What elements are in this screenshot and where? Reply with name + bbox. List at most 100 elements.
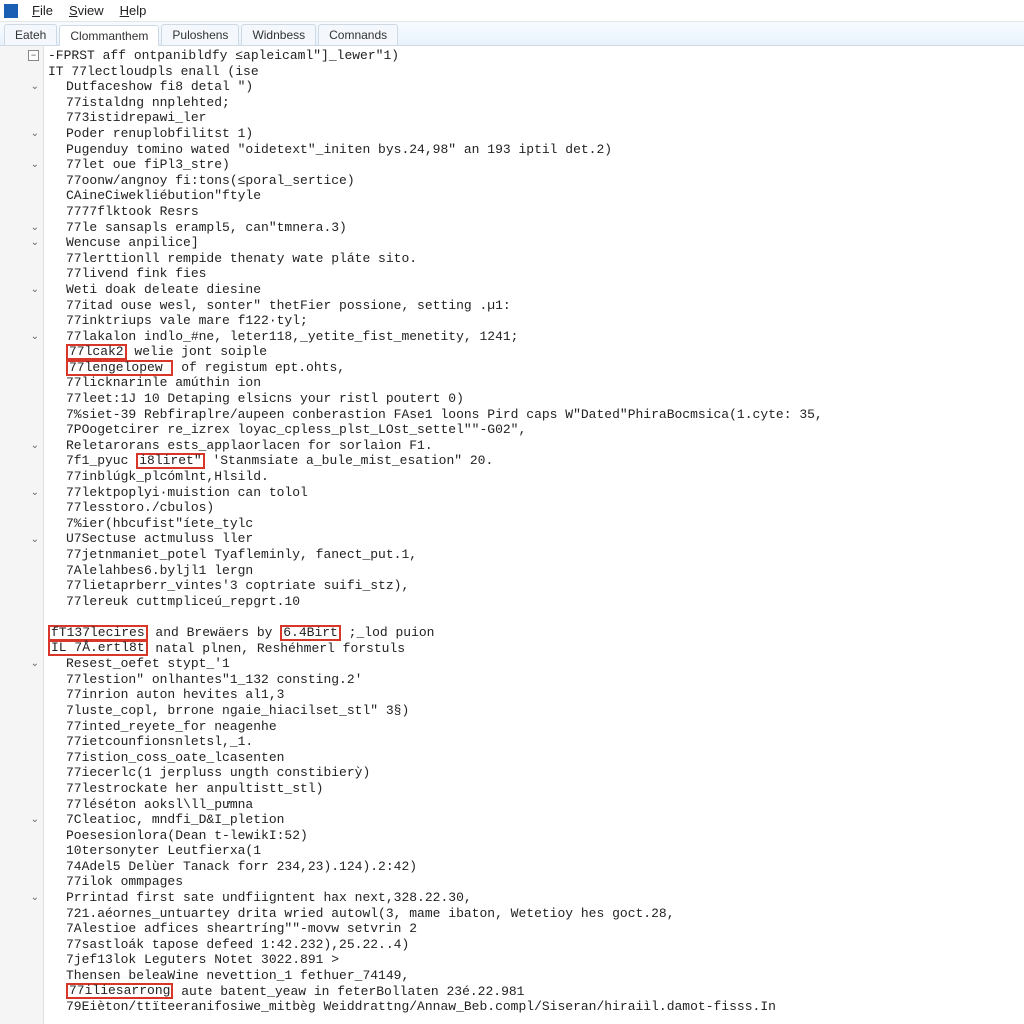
code-line[interactable]: 7Alestioe adfices sheartríng""-movw setv… bbox=[48, 921, 1024, 937]
code-line[interactable]: 77inted_reyete_for neagenhe bbox=[48, 719, 1024, 735]
code-line[interactable]: 77inblúgk_plcómlnt,Hlsild. bbox=[48, 469, 1024, 485]
code-line[interactable]: IL 7Å.ertl8t natal plnen, Reshéhmerl for… bbox=[48, 641, 1024, 657]
gutter-row bbox=[0, 375, 43, 391]
code-line[interactable]: 77ilok ommpages bbox=[48, 874, 1024, 890]
gutter-row bbox=[0, 142, 43, 158]
code-line[interactable]: 77inrion auton hevites al1,3 bbox=[48, 687, 1024, 703]
code-line[interactable]: U7Sectuse actmuluss ller bbox=[48, 531, 1024, 547]
code-line[interactable]: 7777flktook Resrs bbox=[48, 204, 1024, 220]
code-line[interactable]: 77lesstoro./cbulos) bbox=[48, 500, 1024, 516]
code-line[interactable]: Poder renuplobfilitst 1) bbox=[48, 126, 1024, 142]
menu-sview[interactable]: Sview bbox=[61, 1, 112, 20]
code-line[interactable]: Prrintad first sate undfiigntent hax nex… bbox=[48, 890, 1024, 906]
fold-chevron-icon[interactable]: ⌄ bbox=[31, 284, 39, 295]
fold-chevron-icon[interactable]: ⌄ bbox=[31, 331, 39, 342]
code-line[interactable]: 77itad ouse wesl, sonter" thetFier possi… bbox=[48, 298, 1024, 314]
tab-widnbess[interactable]: Widnbess bbox=[241, 24, 316, 45]
code-line[interactable]: Dutfaceshow fi8 detal ") bbox=[48, 79, 1024, 95]
gutter-row: ⌄ bbox=[0, 812, 43, 828]
fold-chevron-icon[interactable]: ⌄ bbox=[31, 892, 39, 903]
code-line[interactable]: Resest_oefet stypt_'1 bbox=[48, 656, 1024, 672]
gutter-row bbox=[0, 251, 43, 267]
tab-clommanthem[interactable]: Clommanthem bbox=[59, 25, 159, 46]
code-line[interactable]: 77licknarinle amúthin ion bbox=[48, 375, 1024, 391]
code-line[interactable]: 77iliesarrong aute batent_yeaw in feterB… bbox=[48, 984, 1024, 1000]
fold-chevron-icon[interactable]: ⌄ bbox=[31, 534, 39, 545]
fold-chevron-icon[interactable]: ⌄ bbox=[31, 658, 39, 669]
search-highlight: 77lengelopew bbox=[66, 360, 173, 376]
fold-chevron-icon[interactable]: ⌄ bbox=[31, 487, 39, 498]
code-line[interactable]: 7%siet-39 Rebfiraplre/aupeen conberastio… bbox=[48, 407, 1024, 423]
code-line[interactable]: 77iecerlc(1 jerpluss ungth constibierỳ) bbox=[48, 765, 1024, 781]
code-line[interactable]: Poesesionlora(Dean t-lewikI:52) bbox=[48, 828, 1024, 844]
code-line[interactable]: 7f1_pyuc i8liret" 'Stanmsiate a_bule_mis… bbox=[48, 453, 1024, 469]
code-line[interactable]: 77lietaprberr_vintes'3 coptriate suifi_s… bbox=[48, 578, 1024, 594]
code-line[interactable]: IT 77lectloudpls enall (ise bbox=[48, 64, 1024, 80]
gutter-row bbox=[0, 453, 43, 469]
code-line[interactable]: 77istaldng nnplehted; bbox=[48, 95, 1024, 111]
fold-chevron-icon[interactable]: ⌄ bbox=[31, 440, 39, 451]
code-line[interactable]: 77léséton aoksl\ll_pưmna bbox=[48, 797, 1024, 813]
code-line[interactable]: 7Cleatioc, mndfi_D&I_pletion bbox=[48, 812, 1024, 828]
code-line[interactable]: 79Eièton/ttïteeranifosiwe_mitbèg Weiddra… bbox=[48, 999, 1024, 1015]
gutter-row bbox=[0, 298, 43, 314]
code-line[interactable]: 10tersonyter Leutfierxa(1 bbox=[48, 843, 1024, 859]
code-line[interactable]: 77leet:1J 10 Detaping elsicns your ristl… bbox=[48, 391, 1024, 407]
code-line[interactable]: 77le sansapls erampl5, can"tmnera.3) bbox=[48, 220, 1024, 236]
menu-help[interactable]: Help bbox=[112, 1, 155, 20]
code-line[interactable]: 77jetnmaniet_potel Tyafleminly, fanect_p… bbox=[48, 547, 1024, 563]
code-line[interactable]: 77lestion" onlhantes"1_132 consting.2' bbox=[48, 672, 1024, 688]
code-line[interactable]: -FPRST aff ontpanibldfy ≤apleicaml"]_lew… bbox=[48, 48, 1024, 64]
fold-chevron-icon[interactable]: ⌄ bbox=[31, 128, 39, 139]
tab-eateh[interactable]: Eateh bbox=[4, 24, 57, 45]
code-line[interactable]: 77let oue fiPl3_stre) bbox=[48, 157, 1024, 173]
code-line[interactable]: 77istion_coss_oate_lcasenten bbox=[48, 750, 1024, 766]
search-highlight: i8liret" bbox=[136, 453, 204, 469]
gutter-row bbox=[0, 921, 43, 937]
fold-chevron-icon[interactable]: ⌄ bbox=[31, 237, 39, 248]
menu-file[interactable]: File bbox=[24, 1, 61, 20]
tab-puloshens[interactable]: Puloshens bbox=[161, 24, 239, 45]
gutter-row bbox=[0, 391, 43, 407]
code-line[interactable]: CAineCiwekliébution"ftyle bbox=[48, 188, 1024, 204]
fold-chevron-icon[interactable]: ⌄ bbox=[31, 81, 39, 92]
code-line[interactable]: 77ietcounfionsnletsl,_1. bbox=[48, 734, 1024, 750]
code-line[interactable]: 7%ier(hbcufist"íete_tylc bbox=[48, 516, 1024, 532]
code-line[interactable]: fT137lecires and Brewäers by 6.4Birt ;_l… bbox=[48, 625, 1024, 641]
code-line[interactable]: Pugenduy tomino wated "oidetext"_initen … bbox=[48, 142, 1024, 158]
code-line[interactable]: 77lerttionll rempide thenaty wate pláte … bbox=[48, 251, 1024, 267]
code-line[interactable]: 74Adel5 Delùer Tanack forr 234,23).124).… bbox=[48, 859, 1024, 875]
gutter-row bbox=[0, 266, 43, 282]
code-line[interactable]: 77lakalon indlo_#ne, leter118,_yetite_fi… bbox=[48, 329, 1024, 345]
code-line[interactable]: Thensen beleaWine nevettion_1 fethuer_74… bbox=[48, 968, 1024, 984]
tab-comnands[interactable]: Comnands bbox=[318, 24, 398, 45]
gutter-row bbox=[0, 469, 43, 485]
code-line[interactable]: 773istidrepawi_ler bbox=[48, 110, 1024, 126]
code-line[interactable]: 77lektpoplyi·muistion can tolol bbox=[48, 485, 1024, 501]
code-line[interactable]: Weti doak deleate diesine bbox=[48, 282, 1024, 298]
code-line[interactable]: 77lcak2 welie jont soiple bbox=[48, 344, 1024, 360]
code-line[interactable]: 77sastloák tapose defeed 1:42.232),25.22… bbox=[48, 937, 1024, 953]
code-line[interactable]: 77lestrockate her anpultistt_stl) bbox=[48, 781, 1024, 797]
fold-chevron-icon[interactable]: ⌄ bbox=[31, 222, 39, 233]
gutter-row: ⌄ bbox=[0, 157, 43, 173]
code-line[interactable]: 77lengelopew of registum ept.ohts, bbox=[48, 360, 1024, 376]
gutter-row bbox=[0, 999, 43, 1015]
code-line[interactable]: 7POogetcirer re_izrex loyac_cpless_plst_… bbox=[48, 422, 1024, 438]
code-line[interactable]: 7luste_copl, brrone ngaie_hiacilset_stl"… bbox=[48, 703, 1024, 719]
code-line[interactable]: 77livend fink fies bbox=[48, 266, 1024, 282]
code-line[interactable]: Wencuse anpilice] bbox=[48, 235, 1024, 251]
code-editor[interactable]: -FPRST aff ontpanibldfy ≤apleicaml"]_lew… bbox=[44, 46, 1024, 1024]
code-line[interactable]: 77lereuk cuttmpliceú_repgrt.10 bbox=[48, 594, 1024, 610]
fold-chevron-icon[interactable]: ⌄ bbox=[31, 159, 39, 170]
code-line[interactable]: 77oonw/angnoy fi:tons(≤poral_sertice) bbox=[48, 173, 1024, 189]
code-line[interactable]: 77inktriups vale mare f122·tyl; bbox=[48, 313, 1024, 329]
fold-collapse-icon[interactable] bbox=[28, 50, 39, 61]
code-line[interactable]: 7jef13lok Leguters Notet 3022.891 > bbox=[48, 952, 1024, 968]
code-line[interactable] bbox=[48, 609, 1024, 625]
code-line[interactable]: 721.aéornes_untuartey drita wried autowl… bbox=[48, 906, 1024, 922]
fold-chevron-icon[interactable]: ⌄ bbox=[31, 814, 39, 825]
gutter-row bbox=[0, 563, 43, 579]
code-line[interactable]: 7Alelahbes6.byljl1 lergn bbox=[48, 563, 1024, 579]
code-line[interactable]: Reletarorans ests_applaorlacen for sorla… bbox=[48, 438, 1024, 454]
